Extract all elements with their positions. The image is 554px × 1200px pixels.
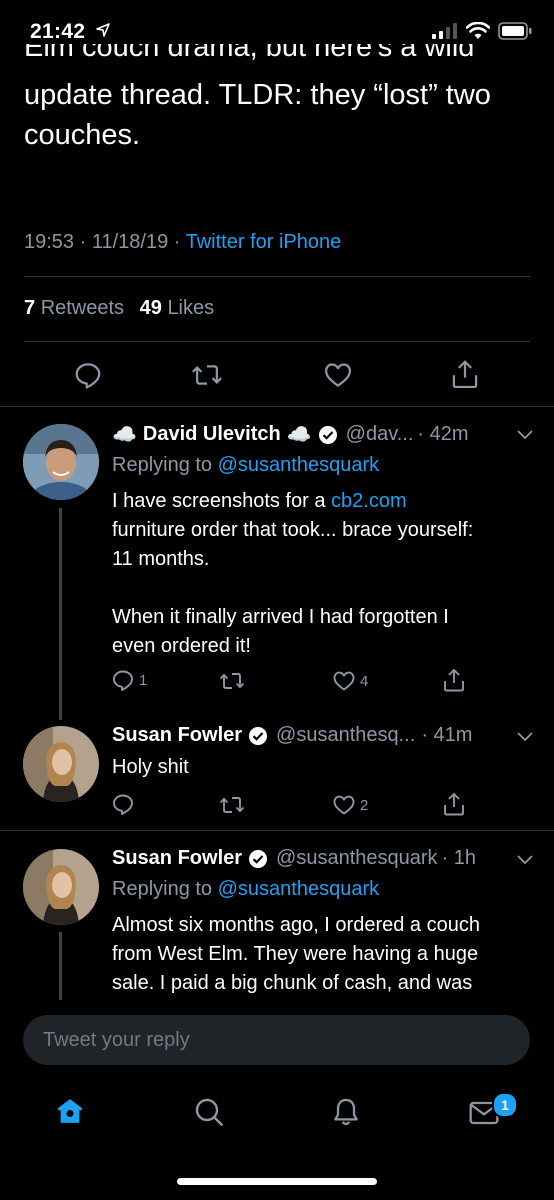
main-tweet-line: couches. — [24, 119, 141, 151]
location-arrow-icon — [96, 23, 111, 37]
main-tweet-text: Elm couch drama, but here's a wild updat… — [24, 44, 544, 155]
author-name[interactable]: Susan Fowler — [112, 847, 242, 870]
verified-icon — [249, 726, 268, 745]
retweet-icon — [192, 365, 222, 385]
home-icon — [57, 1099, 83, 1123]
reply-placeholder: Tweet your reply — [43, 1028, 190, 1051]
reply-icon — [113, 670, 133, 691]
replying-to: Replying to @susanthesquark — [112, 878, 380, 900]
main-share-button[interactable] — [450, 358, 480, 390]
main-like-button[interactable] — [323, 360, 353, 390]
divider — [0, 830, 554, 831]
divider — [0, 406, 554, 407]
chevron-down-icon[interactable] — [516, 853, 534, 865]
replying-to-link[interactable]: @susanthesquark — [218, 878, 380, 900]
messages-badge: 1 — [492, 1092, 518, 1118]
status-icons — [432, 22, 532, 40]
signal-icon — [432, 23, 457, 39]
main-tweet-line: update thread. TLDR: they “lost” two — [24, 79, 491, 111]
thread-line — [59, 508, 62, 720]
main-tweet-timestamp: 19:53 · 11/18/19 · — [24, 231, 186, 253]
like-icon — [333, 671, 355, 691]
main-reply-button[interactable] — [73, 360, 103, 390]
avatar[interactable] — [23, 424, 99, 500]
chevron-down-icon[interactable] — [516, 730, 534, 742]
main-tweet-line-partial: Elm couch drama, but here's a wild — [24, 44, 475, 62]
retweets-stat[interactable]: 7 Retweets — [24, 297, 124, 319]
like-count: 2 — [360, 796, 369, 814]
reply-time: · 42m — [417, 423, 469, 445]
tweet-reply-input[interactable]: Tweet your reply — [23, 1015, 530, 1065]
tab-search[interactable] — [193, 1096, 225, 1133]
main-tweet-stats: 7 Retweets 49 Likes — [24, 297, 214, 320]
home-indicator — [177, 1178, 377, 1185]
battery-icon — [498, 22, 532, 40]
retweet-button[interactable] — [219, 793, 245, 817]
retweet-icon — [219, 797, 245, 813]
cb2-link[interactable]: cb2.com — [331, 490, 407, 512]
author-handle[interactable]: @susanthesquark — [276, 847, 438, 870]
author-name[interactable]: David Ulevitch — [143, 423, 281, 446]
divider — [24, 276, 530, 277]
share-button[interactable] — [442, 791, 466, 817]
like-button[interactable]: 4 — [332, 669, 368, 693]
reply-time: · 1h — [441, 847, 477, 869]
verified-icon — [249, 849, 268, 868]
like-count: 4 — [360, 672, 369, 690]
avatar[interactable] — [23, 726, 99, 802]
reply-text: Holy shit — [112, 756, 189, 778]
share-icon — [444, 668, 464, 692]
reply-icon — [75, 363, 101, 389]
main-tweet-source-link[interactable]: Twitter for iPhone — [186, 231, 342, 253]
divider — [24, 341, 530, 342]
reply-time: · 41m — [421, 724, 473, 746]
share-button[interactable] — [442, 667, 466, 693]
chevron-down-icon[interactable] — [516, 428, 534, 440]
reply-count: 1 — [139, 671, 148, 689]
tab-notifications[interactable] — [330, 1096, 362, 1133]
share-icon — [444, 792, 464, 816]
status-time: 21:42 — [30, 20, 86, 43]
reply-text: I have screenshots for a cb2.com furnitu… — [112, 490, 474, 657]
replying-to-link[interactable]: @susanthesquark — [218, 454, 380, 476]
like-icon — [333, 795, 355, 815]
search-icon — [195, 1098, 223, 1126]
like-button[interactable]: 2 — [332, 793, 368, 817]
reply-header: Susan Fowler @susanthesquark · 1h — [112, 847, 476, 870]
reply-text: Almost six months ago, I ordered a couch… — [112, 914, 480, 994]
retweet-button[interactable] — [219, 669, 245, 693]
replying-to: Replying to @susanthesquark — [112, 454, 380, 476]
thread-line — [59, 932, 62, 1002]
author-handle[interactable]: @dav... — [346, 423, 414, 446]
reply-button[interactable] — [111, 792, 135, 816]
avatar[interactable] — [23, 849, 99, 925]
wifi-icon — [466, 22, 490, 39]
author-handle[interactable]: @susanthesq... — [276, 724, 415, 747]
reply-button[interactable]: 1 — [111, 668, 147, 692]
main-retweet-button[interactable] — [191, 360, 223, 390]
main-tweet-meta: 19:53 · 11/18/19 · Twitter for iPhone — [24, 231, 341, 254]
reply-header: Susan Fowler @susanthesq... · 41m — [112, 724, 472, 747]
notifications-icon — [334, 1098, 358, 1126]
share-icon — [452, 360, 478, 389]
like-icon — [325, 363, 351, 387]
verified-icon — [318, 425, 337, 444]
reply-header: ☁️ David Ulevitch ☁️ @dav... · 42m — [112, 422, 469, 447]
cloud-emoji: ☁️ — [286, 424, 312, 446]
author-name[interactable]: Susan Fowler — [112, 724, 242, 747]
likes-stat[interactable]: 49 Likes — [140, 297, 215, 319]
retweet-icon — [219, 673, 245, 689]
reply-icon — [113, 794, 133, 815]
tab-home[interactable] — [55, 1096, 85, 1131]
status-bar: 21:42 — [30, 20, 111, 44]
cloud-emoji: ☁️ — [112, 424, 137, 446]
